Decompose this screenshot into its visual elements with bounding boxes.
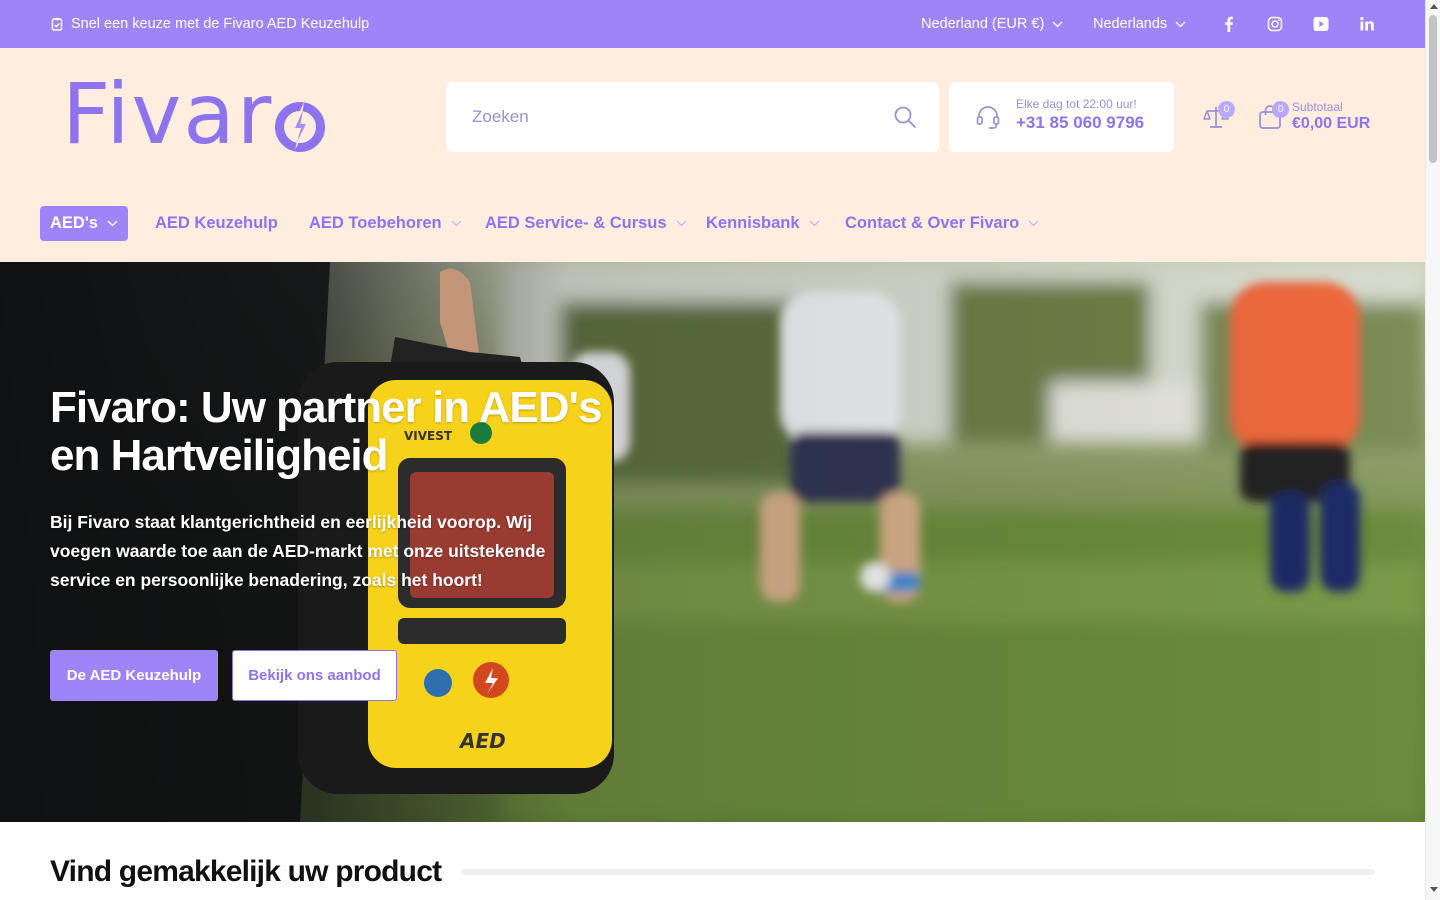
instagram-icon <box>1267 16 1283 32</box>
scroll-up-arrow-icon[interactable] <box>1430 4 1438 9</box>
section-title: Vind gemakkelijk uw product <box>50 855 442 888</box>
language-label: Nederlands <box>1093 16 1168 32</box>
search-bar <box>446 82 939 152</box>
announcement-bar: Snel een keuze met de Fivaro AED Keuzehu… <box>0 0 1425 48</box>
chevron-down-icon <box>1028 220 1039 227</box>
country-label: Nederland (EUR €) <box>921 16 1045 32</box>
phone-number: +31 85 060 9796 <box>1016 113 1145 132</box>
cart-button[interactable]: 0 <box>1256 101 1289 131</box>
keuzehulp-promo-link[interactable]: Snel een keuze met de Fivaro AED Keuzehu… <box>50 0 369 48</box>
aed-keuzehulp-button[interactable]: De AED Keuzehulp <box>50 650 218 701</box>
scroll-down-arrow-icon[interactable] <box>1430 887 1438 892</box>
nav-item-contact-over-fivaro[interactable]: Contact & Over Fivaro <box>845 206 1039 241</box>
chevron-down-icon <box>1052 21 1063 27</box>
linkedin-icon <box>1360 17 1374 31</box>
chevron-down-icon <box>809 220 819 227</box>
phone-contact[interactable]: Elke dag tot 22:00 uur! +31 85 060 9796 <box>949 82 1174 152</box>
cart-subtotal-label: Subtotaal <box>1292 100 1343 114</box>
nav-item-label: Kennisbank <box>706 214 800 232</box>
nav-item-kennisbank[interactable]: Kennisbank <box>706 206 820 241</box>
chevron-down-icon <box>676 220 687 227</box>
logo-wordmark: Fivar <box>62 65 274 163</box>
youtube-link[interactable] <box>1311 14 1331 34</box>
search-input[interactable] <box>472 104 872 130</box>
cart-subtotal-value: €0,00 EUR <box>1292 115 1371 132</box>
device-label: AED <box>458 729 506 753</box>
clipboard-check-icon <box>51 17 63 31</box>
nav-item-aed-keuzehulp[interactable]: AED Keuzehulp <box>155 206 278 241</box>
chevron-down-icon <box>1175 21 1186 27</box>
compare-count-badge: 0 <box>1218 101 1235 118</box>
instagram-link[interactable] <box>1265 14 1285 34</box>
bekijk-aanbod-button[interactable]: Bekijk ons aanbod <box>232 650 397 701</box>
site-header: Fivar Elke dag tot 22:00 uur! +31 85 060… <box>0 48 1425 262</box>
scrollbar-thumb[interactable] <box>1429 15 1437 163</box>
hero-banner: AED VIVEST Fivaro: Uw partner in AED's e… <box>0 262 1425 822</box>
facebook-icon <box>1225 16 1233 32</box>
hero-title: Fivaro: Uw partner in AED's en Hartveili… <box>50 383 603 480</box>
phone-hours: Elke dag tot 22:00 uur! <box>1016 97 1137 111</box>
logo-bolt-o-icon <box>275 102 326 152</box>
search-icon[interactable] <box>893 105 917 129</box>
page-scrollbar[interactable] <box>1425 0 1440 900</box>
nav-item-label: AED Toebehoren <box>309 214 442 232</box>
linkedin-link[interactable] <box>1357 14 1377 34</box>
hero-text: Bij Fivaro staat klantgerichtheid en eer… <box>50 512 546 590</box>
nav-item-label: Contact & Over Fivaro <box>845 214 1020 232</box>
nav-item-aeds[interactable]: AED's <box>40 206 128 241</box>
section-divider <box>461 869 1375 875</box>
nav-item-label: AED Keuzehulp <box>155 214 278 232</box>
promo-text: Snel een keuze met de Fivaro AED Keuzehu… <box>71 16 370 32</box>
chevron-down-icon <box>451 220 462 227</box>
nav-item-aed-service-cursus[interactable]: AED Service- & Cursus <box>485 206 687 241</box>
fivaro-logo[interactable]: Fivar <box>62 65 326 163</box>
cart-count-badge: 0 <box>1272 101 1289 118</box>
compare-button[interactable]: 0 <box>1202 101 1235 131</box>
nav-item-aed-toebehoren[interactable]: AED Toebehoren <box>309 206 462 241</box>
language-selector[interactable]: Nederlands <box>1093 0 1186 48</box>
headset-icon <box>976 106 1000 129</box>
nav-item-label: AED Service- & Cursus <box>485 214 667 232</box>
nav-item-label: AED's <box>50 214 98 232</box>
youtube-icon <box>1313 17 1329 31</box>
facebook-link[interactable] <box>1219 14 1239 34</box>
country-selector[interactable]: Nederland (EUR €) <box>921 0 1063 48</box>
chevron-down-icon <box>107 220 118 227</box>
